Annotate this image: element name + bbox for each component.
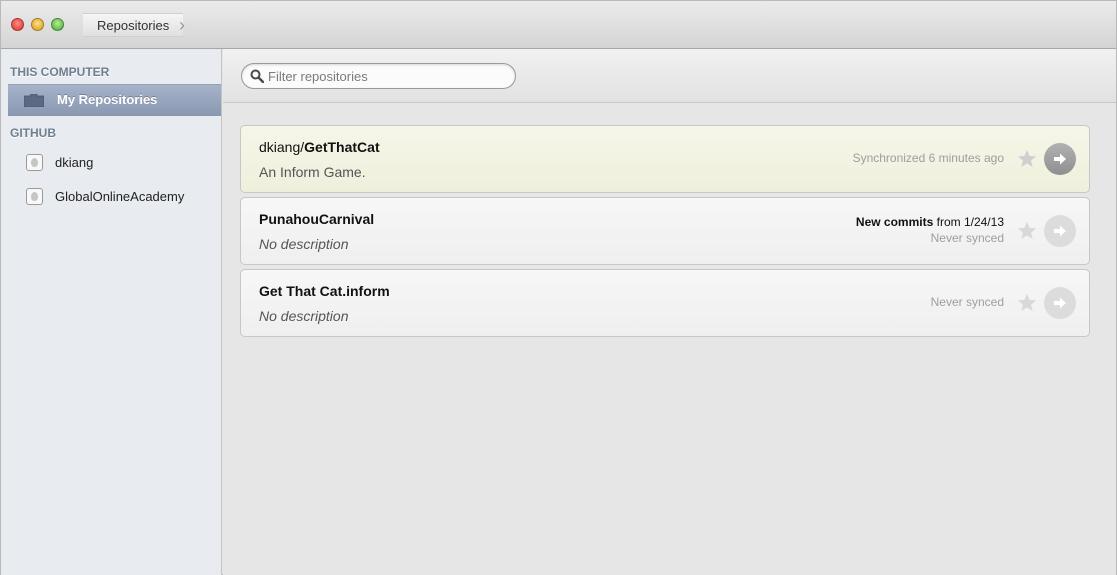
breadcrumb-chevron-icon: › <box>179 15 185 35</box>
sync-status-text: Never synced <box>930 231 1004 245</box>
filter-repositories-input[interactable] <box>268 67 508 86</box>
star-icon[interactable] <box>1017 149 1037 169</box>
minimize-window-button[interactable] <box>31 18 44 31</box>
arrow-right-icon <box>1054 297 1066 309</box>
section-header-github: GITHUB <box>10 126 56 140</box>
close-window-button[interactable] <box>11 18 24 31</box>
sidebar-item-label: GlobalOnlineAcademy <box>55 189 185 204</box>
open-repository-button[interactable] <box>1044 287 1076 319</box>
open-repository-button[interactable] <box>1044 143 1076 175</box>
repository-name: PunahouCarnival <box>259 211 375 227</box>
repository-description: An Inform Game. <box>259 164 366 180</box>
repository-row[interactable]: PunahouCarnival No description New commi… <box>240 197 1090 265</box>
organization-avatar-icon <box>26 154 43 171</box>
repository-list-panel: dkiang/GetThatCat An Inform Game. Synchr… <box>223 49 1116 575</box>
breadcrumb-repositories[interactable]: Repositories <box>83 13 184 37</box>
arrow-right-icon <box>1054 225 1066 237</box>
repository-title: dkiang/GetThatCat <box>259 139 380 155</box>
sidebar: THIS COMPUTER My Repositories GITHUB dki… <box>1 49 222 575</box>
repository-title: PunahouCarnival <box>259 211 374 227</box>
repository-description: No description <box>259 308 349 324</box>
folder-icon <box>24 94 44 107</box>
filter-bar <box>223 49 1116 103</box>
title-bar: Repositories › <box>1 1 1116 49</box>
new-commits-date: from 1/24/13 <box>933 215 1004 229</box>
star-icon[interactable] <box>1017 293 1037 313</box>
open-repository-button[interactable] <box>1044 215 1076 247</box>
sidebar-item-label: dkiang <box>55 155 94 170</box>
repository-row[interactable]: Get That Cat.inform No description Never… <box>240 269 1090 337</box>
star-icon[interactable] <box>1017 221 1037 241</box>
sidebar-item-dkiang[interactable]: dkiang <box>21 151 211 175</box>
sync-status: Never synced <box>930 295 1004 309</box>
repository-title: Get That Cat.inform <box>259 283 390 299</box>
sync-status: Synchronized 6 minutes ago <box>852 151 1004 165</box>
repository-name: GetThatCat <box>304 139 380 155</box>
search-icon <box>250 69 264 83</box>
sync-status: New commits from 1/24/13 Never synced <box>856 215 1004 245</box>
filter-search-box[interactable] <box>241 63 516 89</box>
arrow-right-icon <box>1054 153 1066 165</box>
organization-avatar-icon <box>26 188 43 205</box>
app-window: Repositories › THIS COMPUTER My Reposito… <box>0 0 1117 575</box>
new-commits-label: New commits <box>855 215 934 229</box>
repository-owner: dkiang/ <box>259 139 305 155</box>
zoom-window-button[interactable] <box>51 18 64 31</box>
sidebar-item-globalonlineacademy[interactable]: GlobalOnlineAcademy <box>21 185 216 209</box>
section-header-this-computer: THIS COMPUTER <box>10 65 110 79</box>
repository-description: No description <box>259 236 349 252</box>
repository-name: Get That Cat.inform <box>259 283 390 299</box>
repository-row[interactable]: dkiang/GetThatCat An Inform Game. Synchr… <box>240 125 1090 193</box>
sidebar-item-label: My Repositories <box>57 92 158 107</box>
